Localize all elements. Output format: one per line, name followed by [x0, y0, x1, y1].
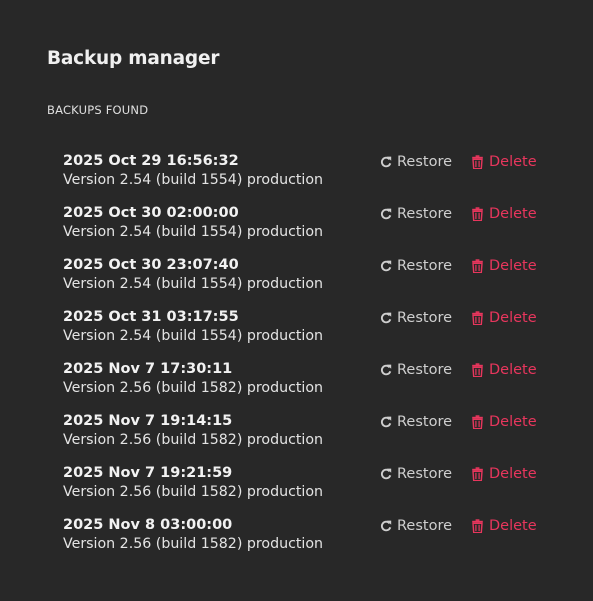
delete-button[interactable]: Delete — [471, 258, 537, 274]
restore-label: Restore — [397, 154, 453, 170]
delete-label: Delete — [489, 310, 537, 326]
refresh-icon — [379, 363, 392, 377]
refresh-icon — [379, 259, 392, 273]
delete-button[interactable]: Delete — [471, 154, 537, 170]
trash-icon — [471, 259, 484, 273]
trash-icon — [471, 311, 484, 325]
restore-button[interactable]: Restore — [379, 310, 452, 326]
trash-icon — [471, 207, 484, 221]
delete-label: Delete — [489, 206, 537, 222]
backup-row: 2025 Oct 29 16:56:32 Version 2.54 (build… — [63, 153, 543, 205]
restore-button[interactable]: Restore — [379, 154, 452, 170]
delete-button[interactable]: Delete — [471, 466, 537, 482]
trash-icon — [471, 363, 484, 377]
delete-button[interactable]: Delete — [471, 310, 537, 326]
section-label: BACKUPS FOUND — [47, 103, 149, 117]
backup-date: 2025 Oct 29 16:56:32 — [63, 153, 239, 169]
delete-button[interactable]: Delete — [471, 414, 537, 430]
trash-icon — [471, 519, 484, 533]
backup-row: 2025 Nov 7 19:21:59 Version 2.56 (build … — [63, 465, 543, 517]
restore-label: Restore — [397, 206, 453, 222]
delete-button[interactable]: Delete — [471, 362, 537, 378]
backup-version: Version 2.56 (build 1582) production — [63, 432, 324, 448]
restore-label: Restore — [397, 518, 453, 534]
backup-version: Version 2.56 (build 1582) production — [63, 380, 324, 396]
backup-date: 2025 Oct 30 23:07:40 — [63, 257, 239, 273]
backup-row: 2025 Oct 30 02:00:00 Version 2.54 (build… — [63, 205, 543, 257]
backup-date: 2025 Oct 30 02:00:00 — [63, 205, 239, 221]
restore-label: Restore — [397, 362, 453, 378]
restore-label: Restore — [397, 310, 453, 326]
backup-date: 2025 Nov 8 03:00:00 — [63, 517, 233, 533]
backup-row: 2025 Oct 31 03:17:55 Version 2.54 (build… — [63, 309, 543, 361]
backup-version: Version 2.54 (build 1554) production — [63, 172, 324, 188]
backup-row: 2025 Nov 7 17:30:11 Version 2.56 (build … — [63, 361, 543, 413]
refresh-icon — [379, 311, 392, 325]
backup-row: 2025 Oct 30 23:07:40 Version 2.54 (build… — [63, 257, 543, 309]
delete-label: Delete — [489, 518, 537, 534]
trash-icon — [471, 155, 484, 169]
backup-date: 2025 Nov 7 19:21:59 — [63, 465, 233, 481]
backup-version: Version 2.54 (build 1554) production — [63, 276, 324, 292]
restore-button[interactable]: Restore — [379, 258, 452, 274]
backup-list: 2025 Oct 29 16:56:32 Version 2.54 (build… — [63, 153, 543, 569]
backup-version: Version 2.54 (build 1554) production — [63, 224, 324, 240]
trash-icon — [471, 467, 484, 481]
backup-manager-dialog: Backup manager BACKUPS FOUND 2025 Oct 29… — [0, 0, 593, 601]
refresh-icon — [379, 207, 392, 221]
backup-row: 2025 Nov 8 03:00:00 Version 2.56 (build … — [63, 517, 543, 569]
restore-button[interactable]: Restore — [379, 206, 452, 222]
backup-row: 2025 Nov 7 19:14:15 Version 2.56 (build … — [63, 413, 543, 465]
restore-button[interactable]: Restore — [379, 518, 452, 534]
delete-label: Delete — [489, 258, 537, 274]
refresh-icon — [379, 415, 392, 429]
delete-button[interactable]: Delete — [471, 518, 537, 534]
dialog-title: Backup manager — [47, 48, 220, 69]
trash-icon — [471, 415, 484, 429]
restore-button[interactable]: Restore — [379, 466, 452, 482]
delete-label: Delete — [489, 466, 537, 482]
refresh-icon — [379, 155, 392, 169]
restore-button[interactable]: Restore — [379, 414, 452, 430]
restore-label: Restore — [397, 466, 453, 482]
restore-button[interactable]: Restore — [379, 362, 452, 378]
backup-date: 2025 Nov 7 17:30:11 — [63, 361, 233, 377]
backup-date: 2025 Nov 7 19:14:15 — [63, 413, 233, 429]
restore-label: Restore — [397, 258, 453, 274]
refresh-icon — [379, 467, 392, 481]
backup-version: Version 2.56 (build 1582) production — [63, 484, 324, 500]
backup-version: Version 2.54 (build 1554) production — [63, 328, 324, 344]
restore-label: Restore — [397, 414, 453, 430]
delete-label: Delete — [489, 362, 537, 378]
delete-label: Delete — [489, 154, 537, 170]
backup-date: 2025 Oct 31 03:17:55 — [63, 309, 239, 325]
delete-label: Delete — [489, 414, 537, 430]
delete-button[interactable]: Delete — [471, 206, 537, 222]
refresh-icon — [379, 519, 392, 533]
backup-version: Version 2.56 (build 1582) production — [63, 536, 324, 552]
